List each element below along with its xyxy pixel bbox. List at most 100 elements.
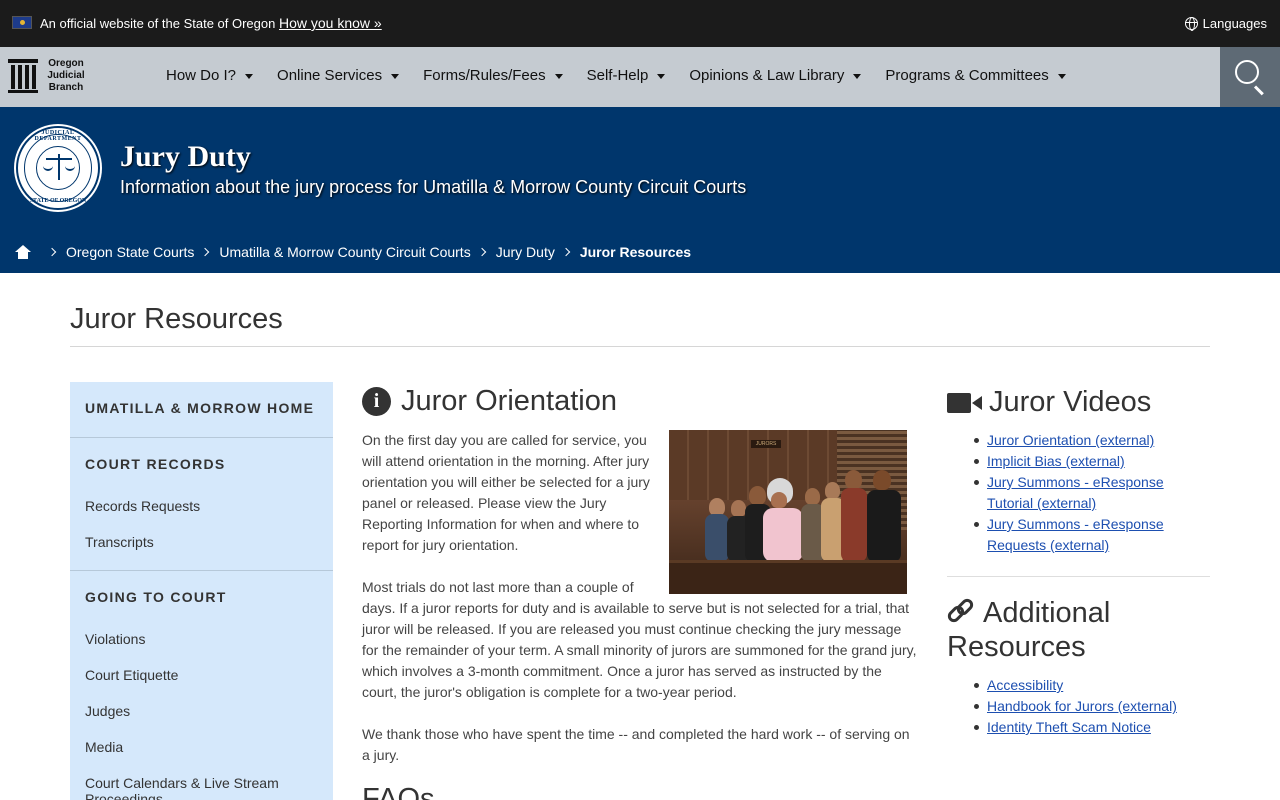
video-link-eresponse-tutorial[interactable]: Jury Summons - eResponse Tutorial (exter… [987, 474, 1164, 511]
sidebar-item-court-calendars[interactable]: Court Calendars & Live Stream Proceeding… [70, 775, 300, 800]
nav-forms-rules-fees[interactable]: Forms/Rules/Fees [423, 67, 563, 84]
nav-opinions-law-library[interactable]: Opinions & Law Library [689, 67, 862, 84]
seal-bottom-text: STATE OF OREGON [29, 198, 87, 204]
sidebar-divider [70, 570, 333, 571]
seal-top-text: JUDICIAL DEPARTMENT [34, 130, 82, 142]
page-title: Juror Resources [70, 303, 283, 335]
text-line: report for jury orientation. [362, 537, 519, 553]
judicial-seal-icon: JUDICIAL DEPARTMENT STATE OF OREGON [16, 126, 100, 210]
sidebar-item-transcripts[interactable]: Transcripts [70, 534, 333, 550]
photo-sign: JURORS [751, 440, 781, 448]
breadcrumb-umatilla-morrow[interactable]: Umatilla & Morrow County Circuit Courts [219, 244, 470, 260]
search-button[interactable] [1220, 47, 1280, 107]
nav-how-do-i[interactable]: How Do I? [166, 67, 254, 84]
link-icon [945, 596, 976, 625]
breadcrumb-current: Juror Resources [579, 244, 692, 260]
oregon-flag-icon [12, 16, 32, 29]
nav-self-help[interactable]: Self-Help [587, 67, 666, 84]
text-line: will attend orientation in the morning. … [362, 453, 650, 469]
hero-banner: JUDICIAL DEPARTMENT STATE OF OREGON Jury… [0, 107, 1280, 273]
list-item: Identity Theft Scam Notice [974, 717, 1207, 738]
search-icon [1235, 60, 1259, 84]
additional-resources-list: Accessibility Handbook for Jurors (exter… [974, 675, 1207, 738]
sidebar-nav: UMATILLA & MORROW HOME COURT RECORDS Rec… [70, 382, 333, 800]
chevron-right-icon [477, 247, 486, 257]
hero-title: Jury Duty [120, 140, 251, 173]
text-line: a jury. [362, 747, 400, 763]
sidebar-court-records[interactable]: COURT RECORDS [70, 456, 333, 472]
video-link-implicit-bias[interactable]: Implicit Bias (external) [987, 453, 1125, 469]
heading-label: Juror Videos [989, 386, 1152, 418]
nav-online-services[interactable]: Online Services [277, 67, 400, 84]
logo-line-3: Branch [48, 82, 84, 93]
home-icon[interactable] [15, 245, 31, 259]
sidebar-item-label: Court Etiquette [85, 667, 179, 683]
caret-down-icon [1057, 74, 1066, 79]
breadcrumb-jury-duty[interactable]: Jury Duty [496, 244, 555, 260]
list-item: Jury Summons - eResponse Tutorial (exter… [974, 472, 1187, 514]
sidebar-divider [70, 437, 333, 438]
hero-subtitle: Information about the jury process for U… [120, 177, 747, 197]
resource-link-handbook[interactable]: Handbook for Jurors (external) [987, 698, 1177, 714]
sidebar-court-records-label: COURT RECORDS [85, 456, 226, 472]
caret-down-icon [391, 74, 400, 79]
caret-down-icon [657, 74, 666, 79]
caret-down-icon [245, 74, 254, 79]
nav-label: Programs & Committees [885, 67, 1049, 84]
additional-resources-heading: Additional Resources [945, 596, 1111, 664]
official-text: An official website of the State of Oreg… [40, 16, 276, 31]
logo-line-1: Oregon [48, 58, 84, 69]
heading-label: Additional [983, 597, 1111, 629]
text-line: for the remainder of your term. A small … [362, 642, 917, 658]
list-item: Handbook for Jurors (external) [974, 696, 1207, 717]
languages-button[interactable]: Languages [1184, 16, 1267, 31]
sidebar-item-court-etiquette[interactable]: Court Etiquette [70, 667, 333, 683]
breadcrumb: Oregon State Courts Umatilla & Morrow Co… [15, 244, 691, 260]
languages-label: Languages [1202, 16, 1267, 31]
sidebar-going-to-court[interactable]: GOING TO COURT [70, 589, 333, 605]
sidebar-item-label: Court Calendars & Live Stream Proceeding… [85, 775, 279, 800]
sidebar-item-judges[interactable]: Judges [70, 703, 333, 719]
sidebar-item-label: Judges [85, 703, 131, 719]
sidebar-item-label: Media [85, 739, 124, 755]
juror-videos-list: Juror Orientation (external) Implicit Bi… [974, 430, 1187, 556]
info-icon: i [362, 387, 391, 416]
caret-down-icon [554, 74, 563, 79]
ojb-logo[interactable]: Oregon Judicial Branch [8, 58, 88, 94]
text-line: panel or released. Please view the Jury [362, 495, 607, 511]
how-you-know-link[interactable]: How you know » [279, 15, 382, 31]
video-camera-icon [947, 393, 982, 413]
caret-down-icon [853, 74, 862, 79]
sidebar-item-violations[interactable]: Violations [70, 631, 333, 647]
juror-orientation-heading: i Juror Orientation [362, 385, 617, 418]
resource-link-identity-theft[interactable]: Identity Theft Scam Notice [987, 719, 1151, 735]
jurors-photo: JURORS [669, 430, 907, 594]
sidebar-item-records-requests[interactable]: Records Requests [70, 498, 333, 514]
video-link-juror-orientation[interactable]: Juror Orientation (external) [987, 432, 1154, 448]
breadcrumb-oregon-state-courts[interactable]: Oregon State Courts [66, 244, 194, 260]
text-line: Reporting Information for when and where… [362, 516, 640, 532]
nav-label: Forms/Rules/Fees [423, 67, 546, 84]
text-line: juror will be released. If you are relea… [362, 621, 902, 637]
sidebar-home-link[interactable]: UMATILLA & MORROW HOME [70, 400, 333, 416]
juror-videos-heading: Juror Videos [947, 385, 1151, 419]
pillars-icon [8, 59, 38, 93]
chevron-right-icon [201, 247, 210, 257]
text-line: days. If a juror reports for duty and is… [362, 600, 910, 616]
video-link-eresponse-requests[interactable]: Jury Summons - eResponse Requests (exter… [987, 516, 1164, 553]
resource-link-accessibility[interactable]: Accessibility [987, 677, 1063, 693]
sidebar-item-media[interactable]: Media [70, 739, 333, 755]
main-nav: Oregon Judicial Branch How Do I? Online … [0, 47, 1280, 107]
text-line: which involves a 3-month commitment. Onc… [362, 663, 882, 679]
text-line: We thank those who have spent the time -… [362, 726, 910, 742]
sidebar-item-label: Violations [85, 631, 146, 647]
list-item: Juror Orientation (external) [974, 430, 1187, 451]
official-banner: An official website of the State of Oreg… [0, 0, 1280, 47]
nav-programs-committees[interactable]: Programs & Committees [885, 67, 1066, 84]
heading-label: Resources [947, 631, 1086, 663]
sidebar-going-to-court-label: GOING TO COURT [85, 589, 227, 605]
nav-label: Online Services [277, 67, 383, 84]
heading-label: Juror Orientation [401, 385, 617, 417]
nav-label: How Do I? [166, 67, 237, 84]
logo-line-2: Judicial [47, 70, 85, 81]
